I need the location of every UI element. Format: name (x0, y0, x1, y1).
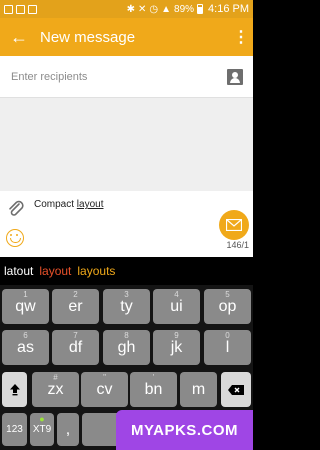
suggestion-item[interactable]: latout (4, 264, 33, 278)
message-text: Compact (34, 199, 77, 210)
backspace-icon (228, 384, 244, 395)
battery-percent: 89% (174, 3, 195, 15)
key-bn[interactable]: ' bn (130, 372, 177, 407)
key-hint: 8 (124, 331, 129, 340)
alarm-icon: ◷ (149, 3, 159, 15)
notification-icon (4, 4, 13, 14)
key-hint: # (53, 373, 58, 382)
key-m[interactable]: m (180, 372, 217, 407)
shift-key[interactable] (2, 372, 27, 407)
mute-icon: ✕ (137, 3, 147, 15)
key-label: df (68, 338, 83, 356)
key-label: qw (15, 297, 36, 315)
key-label: er (68, 297, 83, 315)
back-arrow-icon[interactable]: ← (0, 18, 38, 56)
key-label: bn (144, 380, 163, 398)
key-gh[interactable]: 8 gh (103, 330, 150, 365)
contact-icon[interactable] (227, 68, 243, 85)
suggestion-item[interactable]: layout (39, 264, 71, 278)
key-label: as (17, 338, 34, 356)
recipients-field[interactable]: Enter recipients (0, 56, 253, 98)
key-zx[interactable]: # zx (32, 372, 79, 407)
key-hint: ' (152, 373, 155, 382)
battery-icon (197, 4, 204, 14)
shift-icon (9, 384, 20, 396)
key-hint: 7 (73, 331, 78, 340)
key-hint: 0 (225, 331, 230, 340)
key-ui[interactable]: 4 ui (153, 289, 200, 324)
key-df[interactable]: 7 df (52, 330, 99, 365)
key-label: ty (120, 297, 133, 315)
key-label: l (225, 338, 230, 356)
key-cv[interactable]: " cv (81, 372, 128, 407)
key-l[interactable]: 0l (204, 330, 251, 365)
compose-bar: Compact layout 146/1 (0, 191, 253, 257)
key-as[interactable]: 6 as (2, 330, 49, 365)
key-ty[interactable]: 3 ty (103, 289, 150, 324)
key-label: XT9 (32, 424, 52, 435)
key-hint: 1 (23, 290, 28, 299)
key-hint: 9 (174, 331, 179, 340)
suggestion-bar: latout layout layouts (0, 257, 253, 285)
message-thread-area (0, 98, 253, 191)
key-hint: 4 (174, 290, 179, 299)
briefcase-icon (28, 4, 37, 14)
bluetooth-icon: ✱ (126, 3, 135, 15)
comma-key[interactable]: , (57, 413, 79, 446)
xt9-key[interactable]: ● XT9 (30, 413, 54, 446)
more-options-icon[interactable]: ⋮ (229, 27, 253, 47)
signal-icon: ▲ (161, 3, 172, 15)
paperclip-icon[interactable] (6, 199, 26, 219)
key-hint: " (103, 373, 106, 382)
status-bar: ✱ ✕ ◷ ▲ 89% 4:16 PM (0, 0, 253, 18)
key-label: op (218, 297, 237, 315)
page-title: New message (40, 28, 136, 46)
key-label: gh (117, 338, 136, 356)
key-label: ui (170, 297, 183, 315)
key-qw[interactable]: 1 qw (2, 289, 49, 324)
emoji-icon[interactable] (6, 229, 24, 247)
key-hint: 2 (73, 290, 78, 299)
key-label: jk (170, 338, 183, 356)
key-hint: 3 (124, 290, 129, 299)
image-notification-icon (16, 4, 25, 14)
key-label: zx (47, 380, 64, 398)
send-button[interactable] (219, 210, 249, 240)
message-text-composing: layout (76, 199, 104, 210)
message-input[interactable]: Compact layout (34, 199, 103, 210)
clock: 4:16 PM (208, 3, 249, 15)
key-op[interactable]: 5 op (204, 289, 251, 324)
suggestion-item[interactable]: layouts (77, 264, 115, 278)
character-counter: 146/1 (226, 240, 249, 250)
backspace-key[interactable] (221, 372, 251, 407)
key-er[interactable]: 2 er (52, 289, 99, 324)
xt9-indicator-icon: ● (39, 414, 45, 424)
key-jk[interactable]: 9 jk (153, 330, 200, 365)
key-hint: 5 (225, 290, 230, 299)
key-label: cv (96, 380, 113, 398)
symbols-key[interactable]: 123 (2, 413, 27, 446)
recipients-placeholder: Enter recipients (11, 70, 88, 83)
key-hint: 6 (23, 331, 28, 340)
key-label: m (191, 380, 206, 398)
watermark: MYAPKS.COM (116, 410, 253, 450)
app-bar: ← New message ⋮ (0, 18, 253, 56)
